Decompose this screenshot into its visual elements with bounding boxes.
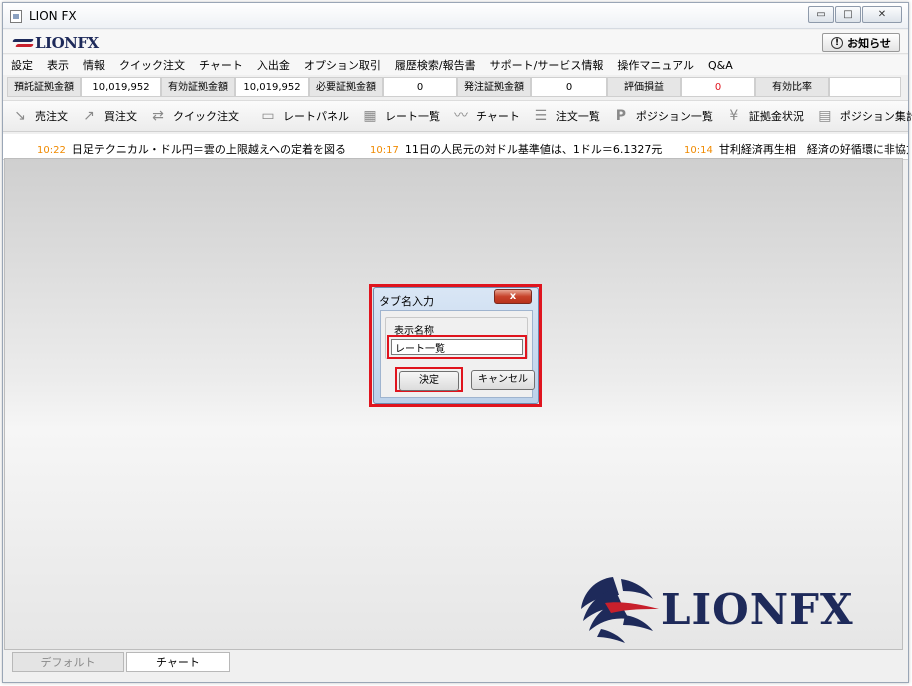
quick-order-icon: ⇄ [152,108,164,124]
rate-list-label: レート一覧 [385,110,440,123]
position-summary-button[interactable]: ▤ ポジション集計 [816,107,912,125]
maximize-button[interactable]: □ [835,6,861,23]
brand-bar: LIONFX ! お知らせ [3,30,908,54]
lion-icon [13,36,35,51]
margin-status-label: 証拠金状況 [748,110,804,123]
close-button[interactable]: ✕ [862,6,902,23]
unrealized-pl-value: 0 [681,77,755,97]
margin-ratio-value [829,77,901,97]
lionfx-watermark-logo: LIONFX [575,569,895,649]
dialog-close-button[interactable]: x [494,289,532,304]
menu-support[interactable]: サポート/サービス情報 [490,57,604,73]
buy-order-label: 買注文 [104,110,137,123]
lionfx-logo: LIONFX [13,34,99,52]
logo-text: LIONFX [35,34,99,52]
menu-info[interactable]: 情報 [83,57,105,73]
notice-label: お知らせ [847,36,891,50]
position-summary-label: ポジション集計 [839,110,912,123]
ok-button[interactable]: 決定 [399,371,459,391]
cancel-button[interactable]: キャンセル [471,370,535,390]
deposit-margin-value: 10,019,952 [81,77,161,97]
toolbar: ↘ 売注文 ↗ 買注文 ⇄ クイック注文 ▭ レートパネル ▦ レート一覧 〰チャート ☰… [3,100,912,132]
news-time: 10:14 [684,145,713,156]
order-list-label: 注文一覧 [555,110,600,123]
news-time: 10:17 [370,145,399,156]
window-title: LION FX [29,9,77,23]
order-list-icon: ☰ [534,108,548,124]
rate-panel-label: レートパネル [283,110,349,123]
sell-order-button[interactable]: ↘ 売注文 [11,107,68,125]
app-icon [10,10,22,23]
tab-default[interactable]: デフォルト [12,652,124,672]
news-item[interactable]: 10:22 日足テクニカル・ドル円＝雲の上限越えへの定着を図る [37,141,346,157]
position-list-label: ポジション一覧 [635,110,713,123]
unrealized-pl-label: 評価損益 [607,77,681,97]
exclamation-icon: ! [831,36,844,49]
window-controls: ▭ □ ✕ [807,6,902,23]
order-margin-value: 0 [531,77,607,97]
required-margin-value: 0 [383,77,457,97]
menu-bar: 設定 表示 情報 クイック注文 チャート 入出金 オプション取引 履歴検索/報告… [3,55,908,75]
rate-list-icon: ▦ [363,108,377,124]
minimize-button[interactable]: ▭ [808,6,834,23]
news-headline: 日足テクニカル・ドル円＝雲の上限越えへの定着を図る [71,143,347,156]
position-summary-icon: ▤ [818,108,832,124]
news-ticker[interactable]: 10:22 日足テクニカル・ドル円＝雲の上限越えへの定着を図る 10:17 11日の… [3,134,908,160]
menu-quick-order[interactable]: クイック注文 [119,57,185,73]
menu-options[interactable]: オプション取引 [304,57,381,73]
news-item[interactable]: 10:17 11日の人民元の対ドル基準値は、1ドル＝6.1327元 [370,141,662,157]
dialog-body: 表示名称 決定 キャンセル [380,310,535,398]
margin-ratio-label: 有効比率 [755,77,829,97]
news-headline: 甘利経済再生相 経済の好循環に非協力 [718,143,908,156]
menu-chart[interactable]: チャート [199,57,243,73]
menu-view[interactable]: 表示 [47,57,69,73]
lion-emblem-icon [581,577,659,643]
margin-status-button[interactable]: ¥ 証拠金状況 [725,107,804,125]
menu-manual[interactable]: 操作マニュアル [617,57,694,73]
buy-order-button[interactable]: ↗ 買注文 [80,107,137,125]
menu-deposit[interactable]: 入出金 [257,57,290,73]
notice-button[interactable]: ! お知らせ [822,33,900,52]
effective-margin-label: 有効証拠金額 [161,77,235,97]
chart-label: チャート [476,110,520,123]
quick-order-button[interactable]: ⇄ クイック注文 [149,107,239,125]
sell-arrow-icon: ↘ [14,108,26,124]
position-list-icon: P [615,108,627,124]
tab-chart[interactable]: チャート [126,652,230,672]
account-summary: 預託証拠金額 10,019,952 有効証拠金額 10,019,952 必要証拠… [7,77,908,97]
title-bar[interactable]: LION FX ▭ □ ✕ [3,3,908,29]
required-margin-label: 必要証拠金額 [309,77,383,97]
news-time: 10:22 [37,145,66,156]
quick-order-label: クイック注文 [173,110,239,123]
menu-settings[interactable]: 設定 [11,57,33,73]
bottom-tab-bar: デフォルト チャート [4,652,912,674]
chart-button[interactable]: 〰チャート [452,107,520,125]
menu-qa[interactable]: Q&A [708,59,733,72]
order-list-button[interactable]: ☰ 注文一覧 [532,107,600,125]
rate-panel-icon: ▭ [261,108,275,124]
tab-name-dialog: タブ名入力 x 表示名称 決定 キャンセル [373,287,539,404]
chart-icon: 〰 [454,108,468,124]
order-margin-label: 発注証拠金額 [457,77,531,97]
effective-margin-value: 10,019,952 [235,77,309,97]
tab-name-input[interactable] [391,339,523,355]
deposit-margin-label: 預託証拠金額 [7,77,81,97]
yen-icon: ¥ [729,108,739,124]
news-item[interactable]: 10:14 甘利経済再生相 経済の好循環に非協力 [684,141,908,157]
rate-panel-button[interactable]: ▭ レートパネル [259,107,349,125]
menu-history[interactable]: 履歴検索/報告書 [395,57,476,73]
watermark-logo-text: LIONFX [661,585,854,634]
dialog-title: タブ名入力 [379,295,434,308]
position-list-button[interactable]: P ポジション一覧 [612,107,713,125]
buy-arrow-icon: ↗ [83,108,95,124]
rate-list-button[interactable]: ▦ レート一覧 [361,107,440,125]
news-headline: 11日の人民元の対ドル基準値は、1ドル＝6.1327元 [404,143,663,156]
sell-order-label: 売注文 [35,110,68,123]
